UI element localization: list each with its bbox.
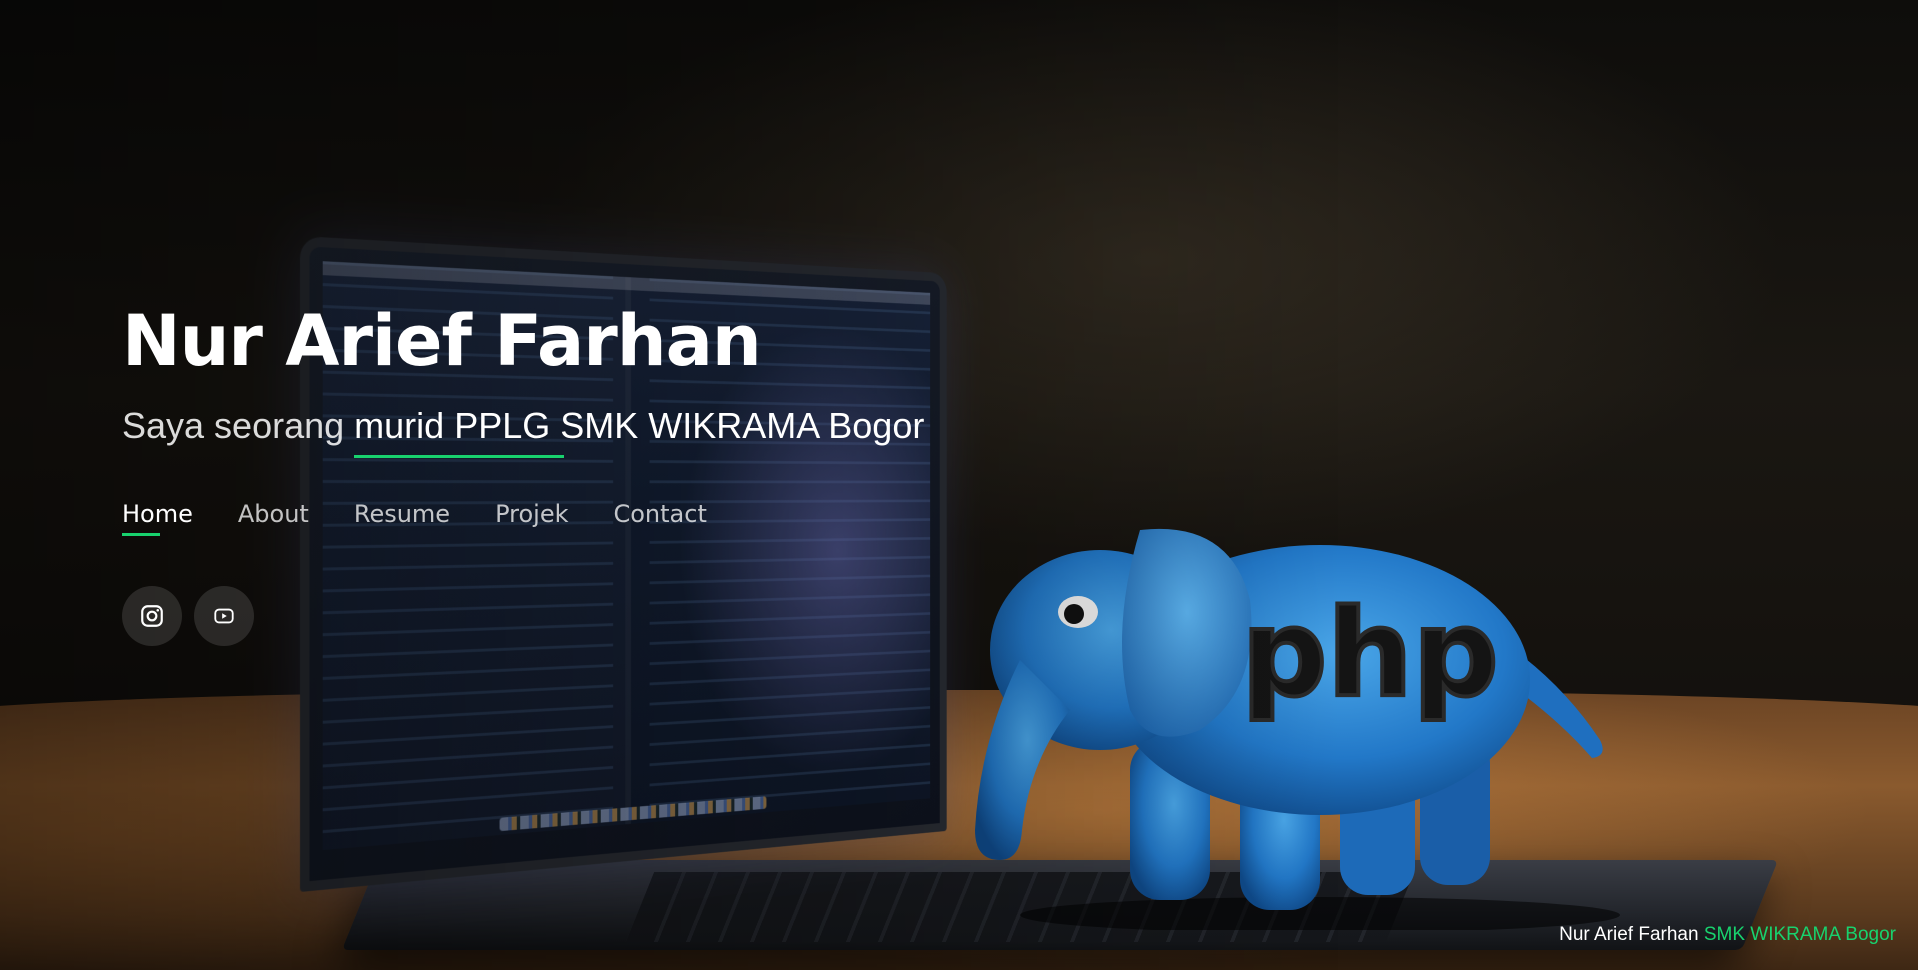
tagline-typed-text: murid PPLG SMK WIKRAMA Bogor [354,405,924,446]
footer-school-link[interactable]: SMK WIKRAMA Bogor [1704,924,1896,945]
social-links [122,586,924,646]
hero-section: php Nur Arief Farhan Saya seorang murid … [0,0,1918,970]
hero-tagline: Saya seorang murid PPLG SMK WIKRAMA Bogo… [122,404,924,448]
nav-about[interactable]: About [238,500,309,536]
nav-home[interactable]: Home [122,500,193,536]
hero-content: Nur Arief Farhan Saya seorang murid PPLG… [122,296,924,646]
youtube-button[interactable] [194,586,254,646]
tagline-prefix: Saya seorang [122,405,344,446]
youtube-icon [213,605,235,627]
instagram-button[interactable] [122,586,182,646]
instagram-icon [139,603,165,629]
footer-owner: Nur Arief Farhan [1559,924,1698,945]
nav-projek[interactable]: Projek [495,500,568,536]
nav-contact[interactable]: Contact [613,500,706,536]
hero-name: Nur Arief Farhan [122,296,924,386]
footer-credit: Nur Arief Farhan SMK WIKRAMA Bogor [1559,924,1896,946]
main-nav: Home About Resume Projek Contact [122,500,924,536]
nav-resume[interactable]: Resume [354,500,450,536]
